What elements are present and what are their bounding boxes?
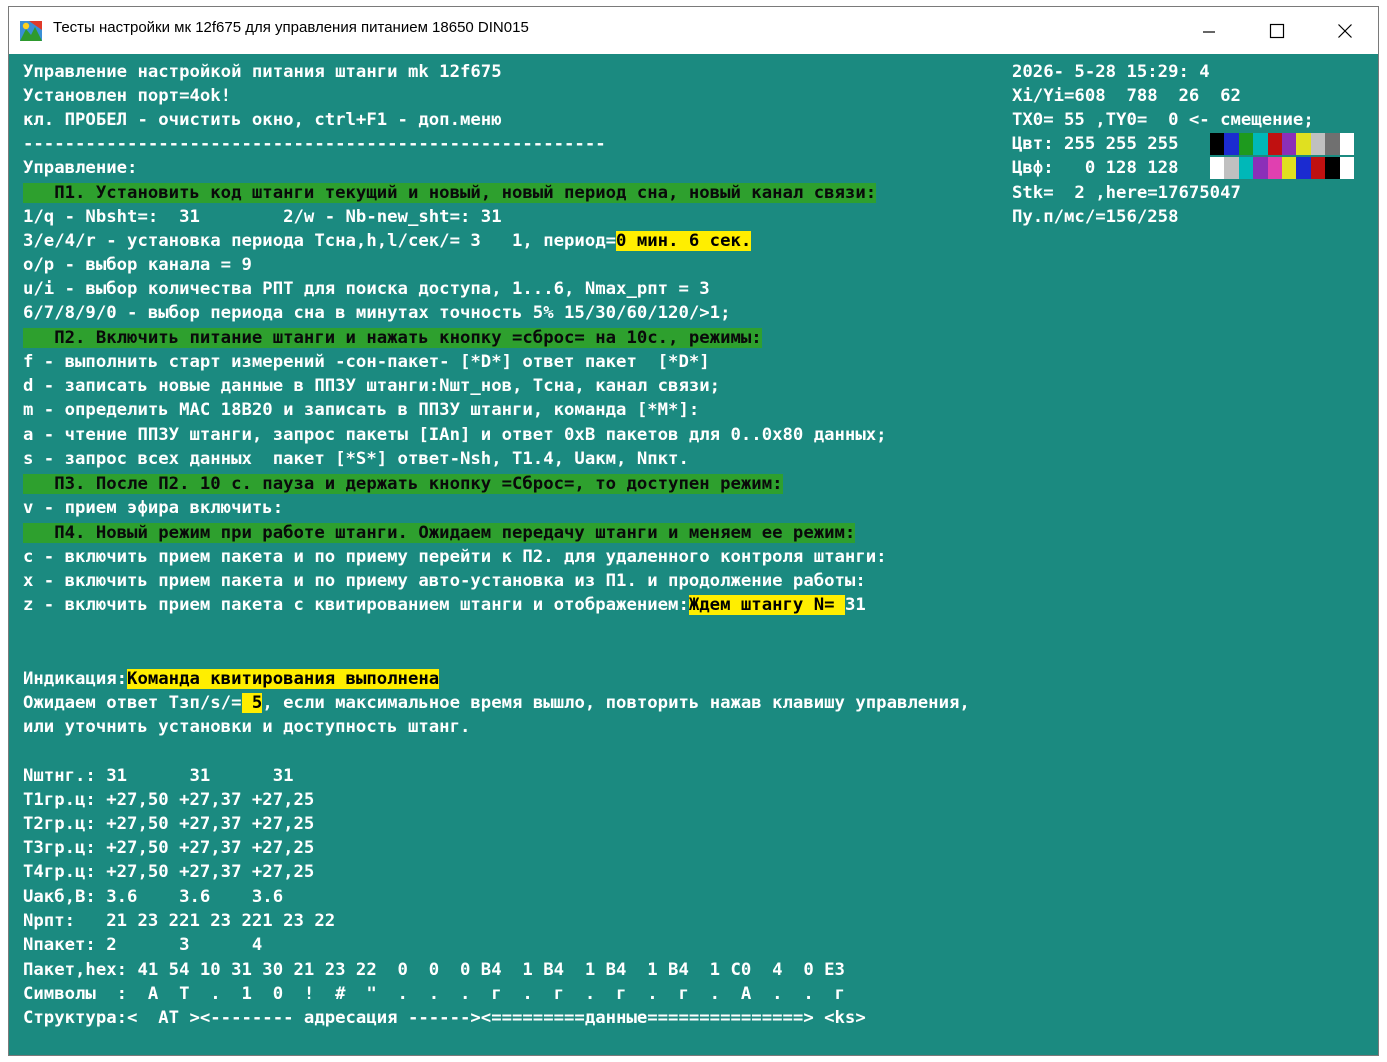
command-line: x - включить прием пакета и по приему ав…: [23, 571, 866, 591]
wait-line: Ожидаем ответ Tзп/s/= 5, если максимальн…: [23, 692, 970, 715]
command-line: m - определить MAC 18B20 и записать в ПП…: [23, 400, 700, 420]
wait-rod-badge: Ждем штангу N=: [688, 595, 845, 615]
color-swatch[interactable]: [1339, 133, 1355, 155]
indication-label: Индикация:: [23, 669, 128, 689]
maximize-button[interactable]: [1243, 7, 1311, 54]
command-line: 3/e/4/r - установка периода Tсна,h,l/сек…: [23, 230, 752, 253]
text-color-palette[interactable]: [1210, 133, 1355, 155]
app-icon[interactable]: [20, 21, 42, 41]
color-swatch[interactable]: [1325, 133, 1340, 155]
command-line: a - чтение ПП3У штанги, запрос пакеты [I…: [23, 425, 887, 445]
close-button[interactable]: [1311, 7, 1378, 54]
window-title: Тесты настройки мк 12f675 для управления…: [53, 19, 529, 36]
color-swatch[interactable]: [1238, 157, 1254, 179]
color-swatch[interactable]: [1238, 133, 1254, 155]
color-swatch[interactable]: [1253, 133, 1268, 155]
color-swatch[interactable]: [1210, 157, 1225, 179]
data-row: T2гр.ц: +27,50 +27,37 +27,25: [23, 814, 315, 834]
color-swatch[interactable]: [1267, 133, 1283, 155]
data-row: Nрпт: 21 23 221 23 221 23 22: [23, 911, 336, 931]
status-timing: Пу.п/мс/=156/258: [1012, 207, 1179, 227]
period-value: 0 мин. 6 сек.: [616, 231, 752, 251]
separator-line: ----------------------------------------…: [23, 134, 606, 154]
color-swatch[interactable]: [1310, 133, 1326, 155]
color-swatch[interactable]: [1224, 133, 1239, 155]
status-text-color: Цвт: 255 255 255: [1012, 134, 1179, 154]
packet-structure-row: Структура:< AT ><-------- адресация ----…: [23, 1008, 866, 1028]
color-swatch[interactable]: [1210, 133, 1225, 155]
close-icon: [1338, 23, 1352, 38]
minimize-icon: [1203, 30, 1215, 33]
wait-hint-line: или уточнить установки и доступность шта…: [23, 717, 471, 737]
indication-line: Индикация:Команда квитирования выполнена: [23, 668, 440, 691]
data-row: Uакб,B: 3.6 3.6 3.6: [23, 887, 284, 907]
color-swatch[interactable]: [1253, 157, 1268, 179]
maximize-icon: [1269, 23, 1285, 38]
status-stack: Stk= 2 ,here=17675047: [1012, 183, 1241, 203]
command-line: v - прием эфира включить:: [23, 498, 284, 518]
background-color-palette[interactable]: [1210, 157, 1355, 179]
color-swatch[interactable]: [1282, 157, 1297, 179]
packet-hex-row: Пакет,hex: 41 54 10 31 30 21 23 22 0 0 0…: [23, 960, 845, 980]
color-swatch[interactable]: [1325, 157, 1340, 179]
status-bg-color: Цвф: 0 128 128: [1012, 158, 1179, 178]
header-line: Установлен порт=4ok!: [23, 86, 232, 106]
status-offset: TX0= 55 ,TY0= 0 <- смещение;: [1012, 110, 1314, 130]
section-p2-title: П2. Включить питание штанги и нажать кно…: [23, 328, 762, 348]
status-datetime: 2026- 5-28 15:29: 4: [1012, 62, 1210, 82]
indication-status: Команда квитирования выполнена: [127, 669, 440, 689]
console-output[interactable]: Управление настройкой питания штанги mk …: [9, 54, 1378, 1055]
color-swatch[interactable]: [1224, 157, 1239, 179]
period-label: 3/e/4/r - установка периода Tсна,h,l/сек…: [23, 231, 617, 251]
command-line: c - включить прием пакета и по приему пе…: [23, 547, 887, 567]
header-line: кл. ПРОБЕЛ - очистить окно, ctrl+F1 - до…: [23, 110, 502, 130]
packet-chars-row: Символы : A T . 1 0 ! # " . . . г . г . …: [23, 984, 845, 1004]
header-line: Управление настройкой питания штанги mk …: [23, 62, 502, 82]
color-swatch[interactable]: [1339, 157, 1355, 179]
wait-rod-number: 31: [844, 595, 866, 615]
data-row: T1гр.ц: +27,50 +27,37 +27,25: [23, 790, 315, 810]
color-swatch[interactable]: [1296, 133, 1311, 155]
color-swatch[interactable]: [1267, 157, 1283, 179]
command-line: s - запрос всех данных пакет [*S*] ответ…: [23, 449, 689, 469]
title-bar[interactable]: Тесты настройки мк 12f675 для управления…: [9, 7, 1378, 54]
data-row: T3гр.ц: +27,50 +27,37 +27,25: [23, 838, 315, 858]
command-line: f - выполнить старт измерений -сон-пакет…: [23, 352, 710, 372]
status-coordinates: Xi/Yi=608 788 26 62: [1012, 86, 1241, 106]
command-line: 6/7/8/9/0 - выбор периода сна в минутах …: [23, 303, 731, 323]
data-row: Nштнг.: 31 31 31: [23, 766, 294, 786]
section-p1-title: П1. Установить код штанги текущий и новы…: [23, 183, 877, 203]
color-swatch[interactable]: [1296, 157, 1311, 179]
minimize-button[interactable]: [1175, 7, 1243, 54]
section-caption: Управление:: [23, 158, 138, 178]
wait-seconds: 5: [241, 693, 263, 713]
section-p4-title: П4. Новый режим при работе штанги. Ожида…: [23, 523, 856, 543]
data-row: Nпакет: 2 3 4: [23, 935, 263, 955]
data-row: T4гр.ц: +27,50 +27,37 +27,25: [23, 862, 315, 882]
command-line: z - включить прием пакета с квитирование…: [23, 594, 866, 617]
z-command-text: z - включить прием пакета с квитирование…: [23, 595, 689, 615]
wait-label: Ожидаем ответ Tзп/s/=: [23, 693, 242, 713]
wait-hint: , если максимальное время вышло, повтори…: [262, 693, 970, 713]
color-swatch[interactable]: [1310, 157, 1326, 179]
command-line: u/i - выбор количества РПТ для поиска до…: [23, 279, 710, 299]
app-window: Тесты настройки мк 12f675 для управления…: [8, 6, 1379, 1056]
command-line: o/p - выбор канала = 9: [23, 255, 252, 275]
command-line: 1/q - Nbsht=: 31 2/w - Nb-new_sht=: 31: [23, 207, 502, 227]
command-line: d - записать новые данные в ПП3У штанги:…: [23, 376, 721, 396]
color-swatch[interactable]: [1282, 133, 1297, 155]
section-p3-title: П3. После П2. 10 с. пауза и держать кноп…: [23, 474, 783, 494]
